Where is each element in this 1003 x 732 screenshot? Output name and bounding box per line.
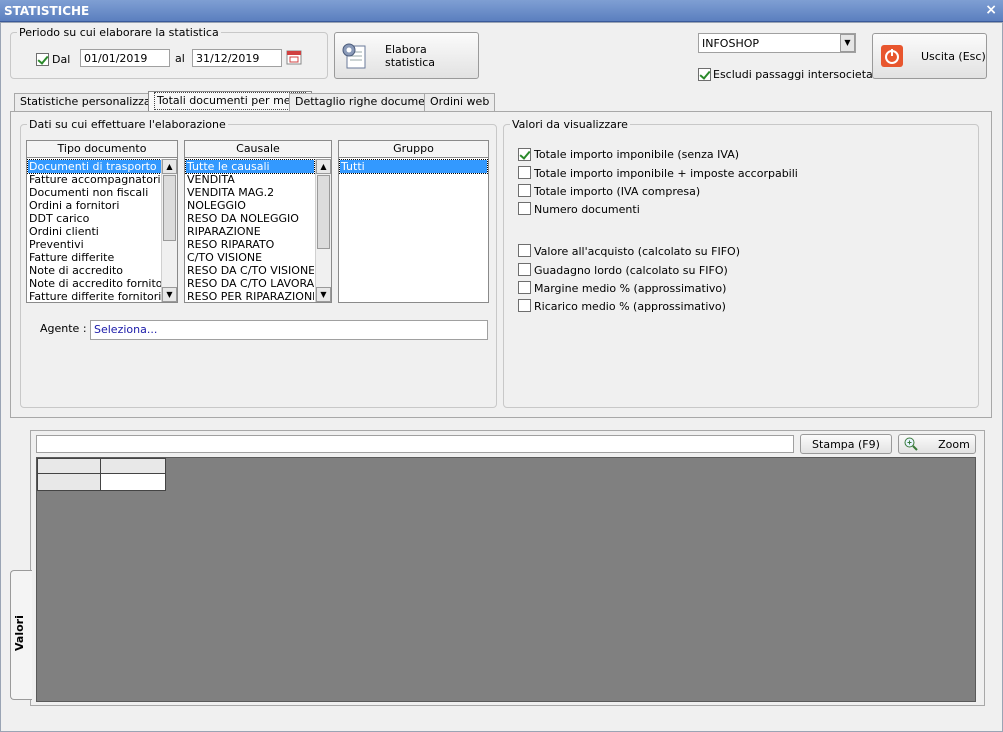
list-item[interactable]: Fatture differite fornitori [28, 290, 161, 303]
list-item[interactable]: Note di accredito [28, 264, 161, 277]
grid-row-header-cell [37, 473, 101, 491]
elabora-label: Elabora statistica [385, 42, 436, 69]
tab-label: Statistiche personalizzate [20, 95, 162, 108]
list-item[interactable]: RESO PER RIPARAZIONE A [186, 290, 314, 303]
store-select[interactable]: INFOSHOP [698, 33, 856, 53]
list-item[interactable]: Ordini a fornitori [28, 199, 161, 212]
list-item[interactable]: Ordini clienti [28, 225, 161, 238]
list-item[interactable]: VENDITA [186, 173, 314, 186]
list-item[interactable]: RIPARAZIONE [186, 225, 314, 238]
stampa-label: Stampa (F9) [812, 437, 880, 451]
scroll-thumb[interactable] [163, 175, 176, 241]
scroll-up-icon[interactable]: ▲ [162, 159, 177, 174]
tipo-documento-scrollbar[interactable]: ▲ ▼ [161, 159, 177, 302]
power-icon [881, 45, 903, 67]
agente-label: Agente : [40, 322, 87, 335]
grid-header-cell [37, 458, 101, 474]
option-label: Totale importo (IVA compresa) [534, 185, 701, 198]
option-label: Valore all'acquisto (calcolato su FIFO) [534, 245, 740, 258]
causale-scrollbar[interactable]: ▲ ▼ [315, 159, 331, 302]
list-item[interactable]: NOLEGGIO [186, 199, 314, 212]
tipo-documento-list[interactable]: Tipo documento Documenti di trasporto Fa… [26, 140, 178, 303]
exclude-checkbox[interactable] [698, 68, 711, 81]
gruppo-list[interactable]: Gruppo Tutti [338, 140, 489, 303]
list-item[interactable]: Fatture differite [28, 251, 161, 264]
tab-dettaglio-righe[interactable]: Dettaglio righe documenti [289, 93, 446, 111]
scroll-thumb[interactable] [317, 175, 330, 249]
from-label: Dal [52, 53, 71, 66]
option-checkbox[interactable] [518, 202, 531, 215]
close-icon[interactable]: × [985, 2, 997, 18]
agente-input[interactable]: Seleziona... [90, 320, 488, 340]
gruppo-header: Gruppo [339, 141, 488, 158]
zoom-button[interactable]: Zoom [898, 434, 976, 454]
zoom-label: Zoom [938, 437, 970, 451]
tab-statistiche-personalizzate[interactable]: Statistiche personalizzate [14, 93, 168, 111]
tab-ordini-web[interactable]: Ordini web [424, 93, 496, 111]
list-item[interactable]: Documenti non fiscali [28, 186, 161, 199]
period-legend: Periodo su cui elaborare la statistica [17, 26, 221, 39]
values-legend: Valori da visualizzare [510, 118, 630, 131]
option-checkbox[interactable] [518, 281, 531, 294]
tab-label: Totali documenti per mese [154, 92, 307, 110]
zoom-icon [904, 437, 918, 451]
option-label: Totale importo imponibile + imposte acco… [534, 167, 798, 180]
causale-list[interactable]: Causale Tutte le causali VENDITA VENDITA… [184, 140, 332, 303]
option-label: Ricarico medio % (approssimativo) [534, 300, 726, 313]
exclude-label: Escludi passaggi intersocietari [713, 68, 881, 81]
option-checkbox[interactable] [518, 184, 531, 197]
option-checkbox[interactable] [518, 263, 531, 276]
chevron-down-icon[interactable]: ▼ [840, 34, 855, 52]
from-date-input[interactable]: 01/01/2019 [80, 49, 170, 67]
list-item[interactable]: Fatture accompagnatorie [28, 173, 161, 186]
list-item[interactable]: RESO DA C/TO LAVORAZIO [186, 277, 314, 290]
title-bar: STATISTICHE × [0, 0, 1003, 22]
option-label: Margine medio % (approssimativo) [534, 282, 727, 295]
list-item[interactable]: Preventivi [28, 238, 161, 251]
stampa-button[interactable]: Stampa (F9) [800, 434, 892, 454]
scroll-down-icon[interactable]: ▼ [316, 287, 331, 302]
calendar-icon[interactable] [286, 49, 302, 65]
option-checkbox[interactable] [518, 299, 531, 312]
results-grid[interactable] [36, 457, 976, 702]
to-date-input[interactable]: 31/12/2019 [192, 49, 282, 67]
scroll-down-icon[interactable]: ▼ [162, 287, 177, 302]
tab-totali-documenti[interactable]: Totali documenti per mese [148, 91, 313, 111]
list-item[interactable]: RESO RIPARATO [186, 238, 314, 251]
window-title: STATISTICHE [4, 4, 90, 18]
exit-button[interactable]: Uscita (Esc) [872, 33, 987, 79]
side-tab-label: Valori [13, 615, 26, 651]
option-checkbox[interactable] [518, 148, 531, 161]
results-filter-input[interactable] [36, 435, 794, 453]
option-checkbox[interactable] [518, 166, 531, 179]
list-item[interactable]: DDT carico [28, 212, 161, 225]
exit-label: Uscita (Esc) [921, 49, 986, 63]
list-item[interactable]: VENDITA MAG.2 [186, 186, 314, 199]
option-label: Numero documenti [534, 203, 640, 216]
list-item[interactable]: Tutti [339, 159, 488, 174]
list-item[interactable]: Documenti di trasporto [27, 159, 162, 174]
causale-header: Causale [185, 141, 331, 158]
from-date-checkbox[interactable] [36, 53, 49, 66]
list-item[interactable]: Tutte le causali [185, 159, 315, 174]
option-label: Totale importo imponibile (senza IVA) [534, 148, 740, 161]
option-label: Guadagno lordo (calcolato su FIFO) [534, 264, 728, 277]
list-item[interactable]: RESO DA C/TO VISIONE [186, 264, 314, 277]
list-item[interactable]: RESO DA NOLEGGIO [186, 212, 314, 225]
list-item[interactable]: C/TO VISIONE [186, 251, 314, 264]
data-legend: Dati su cui effettuare l'elaborazione [27, 118, 228, 131]
elabora-button[interactable]: Elabora statistica [334, 32, 479, 79]
grid-header-cell [100, 458, 166, 474]
gear-document-icon [339, 40, 371, 72]
list-item[interactable]: Note di accredito fornitori [28, 277, 161, 290]
tab-label: Ordini web [430, 95, 490, 108]
to-label: al [175, 52, 185, 65]
grid-cell[interactable] [100, 473, 166, 491]
tab-label: Dettaglio righe documenti [295, 95, 440, 108]
option-checkbox[interactable] [518, 244, 531, 257]
scroll-up-icon[interactable]: ▲ [316, 159, 331, 174]
tipo-documento-header: Tipo documento [27, 141, 177, 158]
side-tab-valori[interactable]: Valori [10, 570, 32, 700]
store-select-value: INFOSHOP [702, 37, 760, 50]
